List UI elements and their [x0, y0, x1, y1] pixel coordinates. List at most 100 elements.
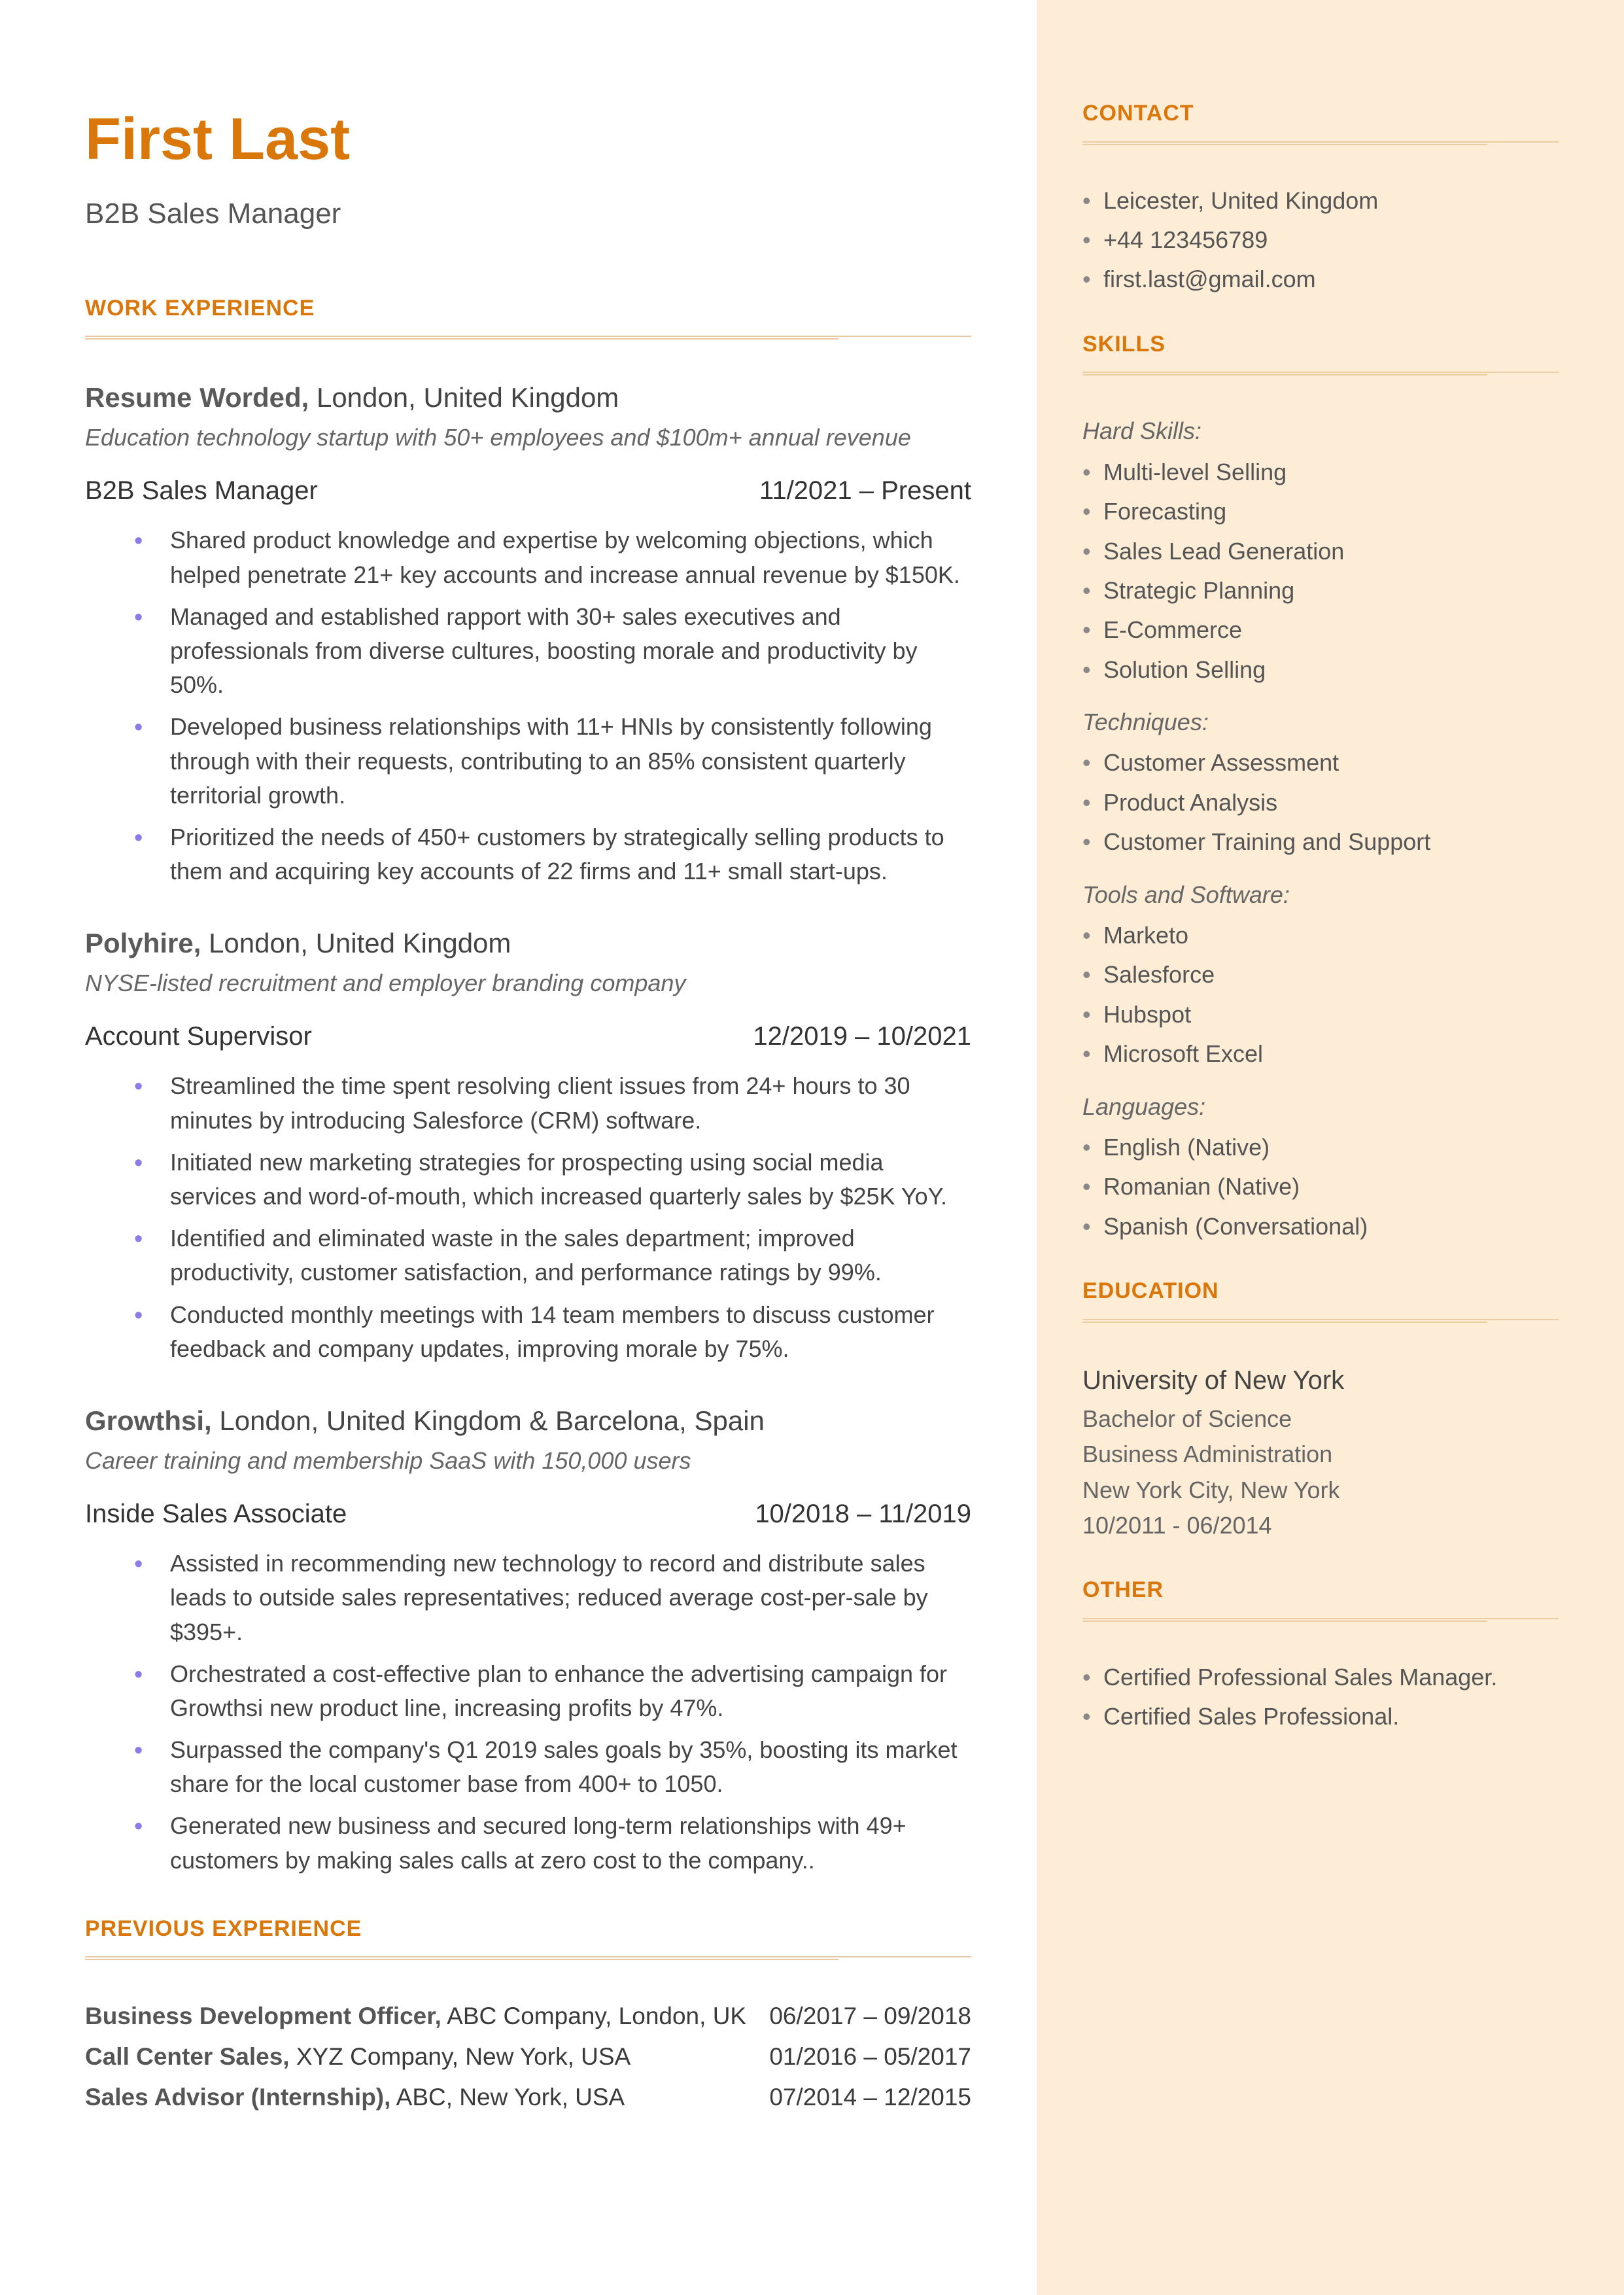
skill-item: Microsoft Excel — [1082, 1038, 1559, 1070]
job-bullets: Streamlined the time spent resolving cli… — [85, 1069, 971, 1366]
previous-entry: Call Center Sales, XYZ Company, New York… — [85, 2040, 971, 2074]
company-name: Resume Worded, — [85, 382, 309, 413]
previous-dates: 01/2016 – 05/2017 — [769, 2040, 971, 2074]
company-name: Polyhire, — [85, 928, 201, 958]
skill-item: E-Commerce — [1082, 614, 1559, 646]
skills-hard-label: Hard Skills: — [1082, 415, 1559, 447]
divider — [1082, 141, 1559, 145]
company-line: Growthsi, London, United Kingdom & Barce… — [85, 1402, 971, 1441]
skills-techniques-label: Techniques: — [1082, 706, 1559, 739]
company-location: London, United Kingdom & Barcelona, Spai… — [212, 1405, 765, 1436]
role-line: Account Supervisor 12/2019 – 10/2021 — [85, 1018, 971, 1055]
main-column: First Last B2B Sales Manager WORK EXPERI… — [0, 0, 1037, 2295]
section-other: OTHER — [1082, 1575, 1559, 1606]
company-description: NYSE-listed recruitment and employer bra… — [85, 967, 971, 1000]
job-bullet: Prioritized the needs of 450+ customers … — [134, 820, 971, 888]
section-work-experience: WORK EXPERIENCE — [85, 293, 971, 324]
skill-item: Solution Selling — [1082, 654, 1559, 686]
previous-rest: XYZ Company, New York, USA — [290, 2043, 631, 2070]
previous-left: Call Center Sales, XYZ Company, New York… — [85, 2040, 631, 2074]
previous-left: Business Development Officer, ABC Compan… — [85, 1999, 746, 2033]
job-bullet: Conducted monthly meetings with 14 team … — [134, 1298, 971, 1366]
company-name: Growthsi, — [85, 1405, 212, 1436]
previous-rest: ABC, New York, USA — [390, 2084, 625, 2111]
education-degree: Bachelor of Science — [1082, 1403, 1559, 1435]
job-bullet: Managed and established rapport with 30+… — [134, 600, 971, 703]
contact-item: first.last@gmail.com — [1082, 263, 1559, 296]
previous-left: Sales Advisor (Internship), ABC, New Yor… — [85, 2080, 625, 2114]
company-location: London, United Kingdom — [309, 382, 619, 413]
previous-role: Sales Advisor (Internship), — [85, 2084, 390, 2111]
skill-item: Product Analysis — [1082, 786, 1559, 819]
skill-item: Romanian (Native) — [1082, 1170, 1559, 1203]
other-item: Certified Sales Professional. — [1082, 1700, 1559, 1733]
job-bullet: Developed business relationships with 11… — [134, 710, 971, 813]
skill-item: Customer Training and Support — [1082, 826, 1559, 858]
job-bullet: Shared product knowledge and expertise b… — [134, 523, 971, 591]
job-entry: Resume Worded, London, United Kingdom Edu… — [85, 379, 971, 888]
section-contact: CONTACT — [1082, 98, 1559, 130]
job-bullet: Streamlined the time spent resolving cli… — [134, 1069, 971, 1137]
candidate-name: First Last — [85, 98, 971, 181]
role-title: B2B Sales Manager — [85, 472, 318, 509]
resume-page: First Last B2B Sales Manager WORK EXPERI… — [0, 0, 1624, 2295]
education-university: University of New York — [1082, 1362, 1559, 1399]
education-location: New York City, New York — [1082, 1474, 1559, 1507]
skill-item: Forecasting — [1082, 495, 1559, 528]
job-bullets: Shared product knowledge and expertise b… — [85, 523, 971, 888]
skill-item: Marketo — [1082, 919, 1559, 952]
role-title: Account Supervisor — [85, 1018, 312, 1055]
job-bullets: Assisted in recommending new technology … — [85, 1547, 971, 1878]
job-entry: Polyhire, London, United Kingdom NYSE-lis… — [85, 924, 971, 1366]
skills-languages-label: Languages: — [1082, 1091, 1559, 1123]
previous-entry: Sales Advisor (Internship), ABC, New Yor… — [85, 2080, 971, 2114]
previous-role: Business Development Officer, — [85, 2003, 441, 2029]
divider — [85, 1956, 971, 1960]
role-line: Inside Sales Associate 10/2018 – 11/2019 — [85, 1496, 971, 1532]
divider — [85, 336, 971, 340]
divider — [1082, 372, 1559, 376]
role-dates: 12/2019 – 10/2021 — [753, 1018, 971, 1055]
job-bullet: Orchestrated a cost-effective plan to en… — [134, 1657, 971, 1725]
section-previous-experience: PREVIOUS EXPERIENCE — [85, 1914, 971, 1945]
role-dates: 10/2018 – 11/2019 — [755, 1496, 971, 1532]
previous-entry: Business Development Officer, ABC Compan… — [85, 1999, 971, 2033]
previous-rest: ABC Company, London, UK — [441, 2003, 746, 2029]
previous-role: Call Center Sales, — [85, 2043, 290, 2070]
skill-item: English (Native) — [1082, 1131, 1559, 1164]
skill-item: Sales Lead Generation — [1082, 535, 1559, 568]
job-bullet: Surpassed the company's Q1 2019 sales go… — [134, 1733, 971, 1801]
education-dates: 10/2011 - 06/2014 — [1082, 1509, 1559, 1542]
skill-item: Multi-level Selling — [1082, 456, 1559, 489]
education-entry: University of New York Bachelor of Scien… — [1082, 1362, 1559, 1543]
skill-item: Strategic Planning — [1082, 574, 1559, 607]
sidebar-column: CONTACT Leicester, United Kingdom +44 123… — [1037, 0, 1624, 2295]
company-line: Polyhire, London, United Kingdom — [85, 924, 971, 963]
section-skills: SKILLS — [1082, 329, 1559, 360]
divider — [1082, 1319, 1559, 1323]
contact-item: +44 123456789 — [1082, 224, 1559, 256]
education-field: Business Administration — [1082, 1438, 1559, 1471]
candidate-title: B2B Sales Manager — [85, 194, 971, 234]
divider — [1082, 1618, 1559, 1622]
contact-item: Leicester, United Kingdom — [1082, 184, 1559, 217]
company-location: London, United Kingdom — [201, 928, 511, 958]
job-bullet: Assisted in recommending new technology … — [134, 1547, 971, 1649]
skill-item: Hubspot — [1082, 998, 1559, 1031]
company-description: Education technology startup with 50+ em… — [85, 421, 971, 454]
other-item: Certified Professional Sales Manager. — [1082, 1661, 1559, 1694]
previous-dates: 06/2017 – 09/2018 — [769, 1999, 971, 2033]
role-title: Inside Sales Associate — [85, 1496, 347, 1532]
job-bullet: Identified and eliminated waste in the s… — [134, 1221, 971, 1289]
skill-item: Spanish (Conversational) — [1082, 1210, 1559, 1243]
skill-item: Salesforce — [1082, 958, 1559, 991]
skills-tools-label: Tools and Software: — [1082, 879, 1559, 911]
company-line: Resume Worded, London, United Kingdom — [85, 379, 971, 417]
company-description: Career training and membership SaaS with… — [85, 1445, 971, 1477]
previous-dates: 07/2014 – 12/2015 — [769, 2080, 971, 2114]
job-bullet: Generated new business and secured long-… — [134, 1809, 971, 1877]
section-education: EDUCATION — [1082, 1276, 1559, 1307]
job-bullet: Initiated new marketing strategies for p… — [134, 1146, 971, 1214]
role-line: B2B Sales Manager 11/2021 – Present — [85, 472, 971, 509]
role-dates: 11/2021 – Present — [759, 472, 971, 509]
